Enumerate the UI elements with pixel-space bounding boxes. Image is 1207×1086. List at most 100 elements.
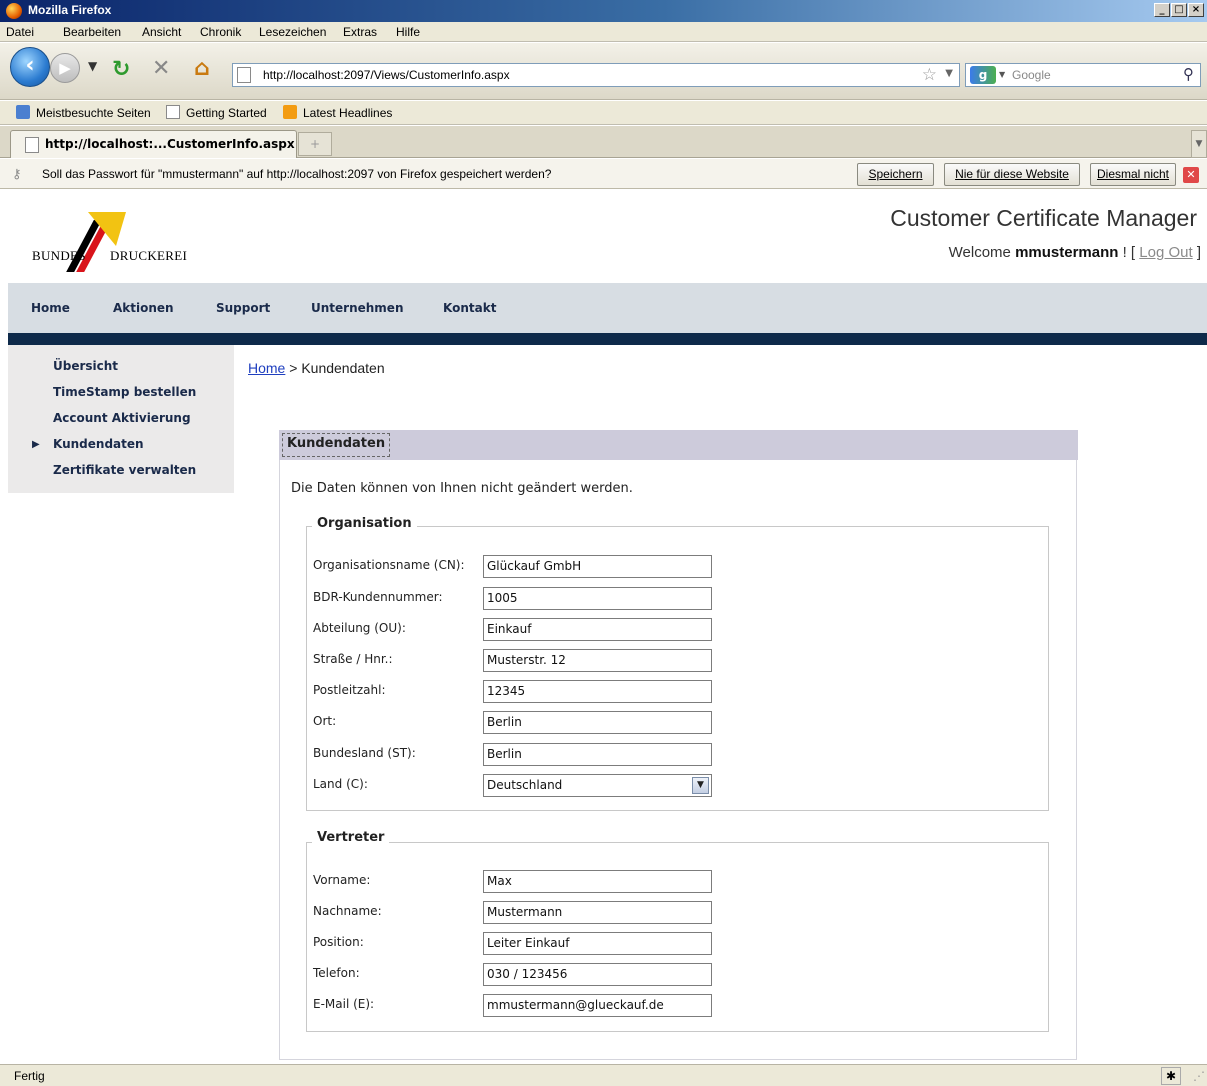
save-password-button[interactable]: Speichern — [857, 163, 934, 186]
tab-bar: http://localhost:...CustomerInfo.aspx + … — [0, 126, 1207, 158]
menu-ansicht[interactable]: Ansicht — [142, 25, 181, 39]
panel-title: Kundendaten — [282, 433, 391, 457]
field-label: Telefon: — [313, 966, 360, 980]
chevron-down-icon[interactable]: ▼ — [692, 777, 709, 794]
menu-lesezeichen[interactable]: Lesezeichen — [259, 25, 326, 39]
addon-status-icon[interactable]: ✱ — [1161, 1067, 1181, 1085]
nav-home[interactable]: Home — [31, 301, 70, 315]
key-icon: ⚷ — [12, 167, 22, 182]
welcome-line: Welcome mmustermann ! [ Log Out ] — [949, 244, 1201, 261]
nav-support[interactable]: Support — [216, 301, 270, 315]
rss-feed-icon — [283, 105, 297, 119]
last-name-field[interactable]: Mustermann — [483, 901, 712, 924]
field-label: Bundesland (ST): — [313, 746, 416, 760]
nav-aktionen[interactable]: Aktionen — [113, 301, 174, 315]
address-dropdown-icon[interactable]: ▼ — [945, 68, 953, 79]
google-engine-icon[interactable]: g — [970, 66, 996, 84]
tab-title[interactable]: http://localhost:...CustomerInfo.aspx — [45, 137, 295, 151]
home-icon[interactable]: ⌂ — [194, 56, 210, 81]
breadcrumb: Home > Kundendaten — [248, 360, 385, 376]
menu-chronik[interactable]: Chronik — [200, 25, 241, 39]
close-icon[interactable]: ✕ — [1183, 167, 1199, 183]
tab-customerinfo[interactable]: http://localhost:...CustomerInfo.aspx — [10, 130, 297, 158]
page-icon — [166, 105, 180, 119]
back-button[interactable]: ‹ — [10, 47, 50, 87]
logout-link[interactable]: Log Out — [1139, 244, 1192, 261]
search-box[interactable]: g ▼ Google ⚲ — [965, 63, 1201, 87]
nav-unternehmen[interactable]: Unternehmen — [311, 301, 404, 315]
street-field[interactable]: Musterstr. 12 — [483, 649, 712, 672]
not-now-button[interactable]: Diesmal nicht — [1090, 163, 1176, 186]
address-url[interactable]: http://localhost:2097/Views/CustomerInfo… — [263, 68, 510, 82]
minimize-button[interactable]: _ — [1154, 3, 1170, 17]
country-select-value: Deutschland — [487, 778, 563, 792]
panel-header: Kundendaten — [279, 430, 1078, 460]
breadcrumb-home-link[interactable]: Home — [248, 360, 285, 376]
country-select[interactable]: Deutschland ▼ — [483, 774, 712, 797]
new-tab-button[interactable]: + — [298, 132, 332, 156]
menu-bearbeiten[interactable]: Bearbeiten — [63, 25, 121, 39]
field-label: Organisationsname (CN): — [313, 558, 465, 572]
menu-bar: Datei Bearbeiten Ansicht Chronik Lesezei… — [0, 22, 1207, 42]
field-label: Position: — [313, 935, 364, 949]
maximize-button[interactable]: □ — [1171, 3, 1187, 17]
state-field[interactable]: Berlin — [483, 743, 712, 766]
username: mmustermann — [1015, 244, 1119, 261]
never-for-site-button[interactable]: Nie für diese Website — [944, 163, 1080, 186]
department-field[interactable]: Einkauf — [483, 618, 712, 641]
field-label: Land (C): — [313, 777, 368, 791]
customer-number-field[interactable]: 1005 — [483, 587, 712, 610]
phone-field[interactable]: 030 / 123456 — [483, 963, 712, 986]
menu-extras[interactable]: Extras — [343, 25, 377, 39]
sidebar-menu: Übersicht TimeStamp bestellen Account Ak… — [8, 345, 234, 493]
nav-kontakt[interactable]: Kontakt — [443, 301, 496, 315]
panel-note: Die Daten können von Ihnen nicht geänder… — [291, 481, 633, 496]
field-label: Abteilung (OU): — [313, 621, 406, 635]
sidebar-item-zertifikate[interactable]: Zertifikate verwalten — [53, 463, 196, 477]
organisation-name-field[interactable]: Glückauf GmbH — [483, 555, 712, 578]
bookmark-most-visited[interactable]: Meistbesuchte Seiten — [36, 106, 151, 120]
resize-grip-icon[interactable]: ⋰ — [1193, 1069, 1205, 1083]
sidebar-item-uebersicht[interactable]: Übersicht — [53, 359, 118, 373]
forward-button[interactable]: ▶ — [50, 53, 80, 83]
stop-icon[interactable]: ✕ — [152, 56, 170, 81]
search-icon[interactable]: ⚲ — [1183, 65, 1194, 83]
field-label: BDR-Kundennummer: — [313, 590, 443, 604]
address-bar[interactable]: http://localhost:2097/Views/CustomerInfo… — [232, 63, 960, 87]
breadcrumb-current: Kundendaten — [301, 360, 385, 376]
menu-datei[interactable]: Datei — [6, 25, 34, 39]
sidebar-item-account-aktivierung[interactable]: Account Aktivierung — [53, 411, 191, 425]
field-label: Vorname: — [313, 873, 371, 887]
site-title: Customer Certificate Manager — [890, 205, 1197, 231]
history-dropdown-icon[interactable]: ▼ — [88, 59, 97, 73]
logo-text-right: DRUCKEREI — [110, 248, 188, 263]
close-window-button[interactable]: × — [1188, 3, 1204, 17]
sidebar-item-timestamp[interactable]: TimeStamp bestellen — [53, 385, 196, 399]
organisation-legend: Organisation — [312, 516, 417, 531]
password-message: Soll das Passwort für "mmustermann" auf … — [42, 167, 552, 181]
city-field[interactable]: Berlin — [483, 711, 712, 734]
top-navigation: Home Aktionen Support Unternehmen Kontak… — [8, 283, 1207, 333]
position-field[interactable]: Leiter Einkauf — [483, 932, 712, 955]
bookmark-star-icon[interactable]: ☆ — [922, 65, 937, 85]
window-title: Mozilla Firefox — [28, 3, 112, 17]
menu-hilfe[interactable]: Hilfe — [396, 25, 420, 39]
window-titlebar: Mozilla Firefox _ □ × — [0, 0, 1207, 22]
field-label: Straße / Hnr.: — [313, 652, 393, 666]
engine-dropdown-icon[interactable]: ▼ — [999, 70, 1005, 79]
sidebar-item-kundendaten[interactable]: Kundendaten — [53, 437, 144, 451]
email-field[interactable]: mmustermann@glueckauf.de — [483, 994, 712, 1017]
active-arrow-icon: ▶ — [32, 439, 40, 450]
nav-divider — [8, 333, 1207, 345]
postal-code-field[interactable]: 12345 — [483, 680, 712, 703]
reload-icon[interactable]: ↻ — [112, 57, 130, 82]
bookmarks-toolbar: Meistbesuchte Seiten Getting Started Lat… — [0, 101, 1207, 125]
bookmark-getting-started[interactable]: Getting Started — [186, 106, 267, 120]
bundesdruckerei-logo: BUNDES DRUCKEREI — [24, 210, 214, 272]
logo-yellow-wedge — [88, 212, 126, 246]
bookmark-latest-headlines[interactable]: Latest Headlines — [303, 106, 392, 120]
tab-list-dropdown-icon[interactable]: ▼ — [1191, 130, 1207, 158]
password-notification-bar: ⚷ Soll das Passwort für "mmustermann" au… — [0, 159, 1207, 189]
first-name-field[interactable]: Max — [483, 870, 712, 893]
search-placeholder[interactable]: Google — [1012, 68, 1051, 82]
